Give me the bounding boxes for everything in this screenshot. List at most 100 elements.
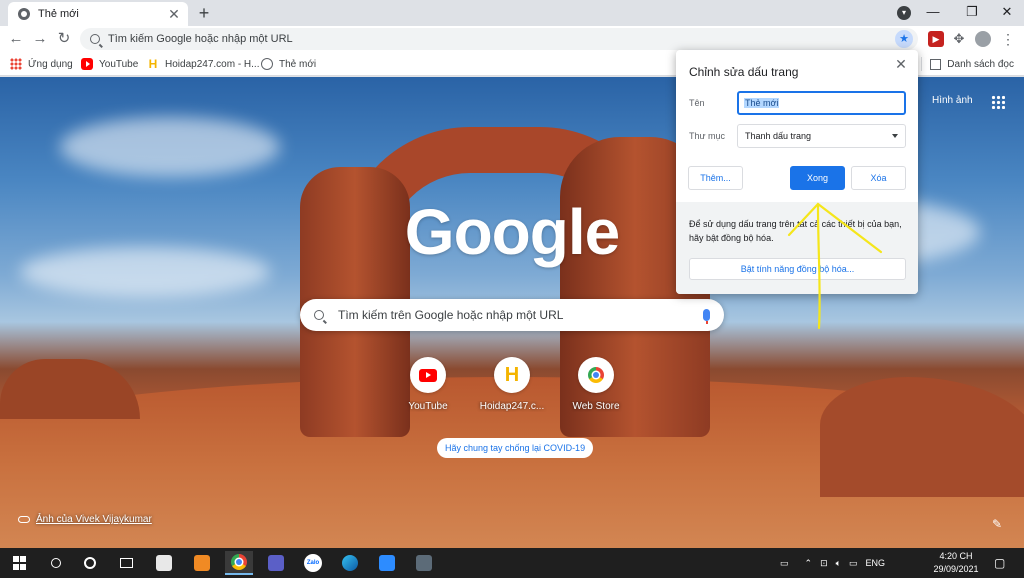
- shortcut-label: Web Store: [572, 401, 620, 412]
- notifications-icon[interactable]: ▢: [994, 548, 1005, 578]
- taskbar-zalo[interactable]: Zalo: [299, 551, 327, 575]
- shortcut-label: YouTube: [408, 401, 448, 412]
- search-icon: [90, 34, 100, 44]
- shortcut-web-store[interactable]: Web Store: [560, 357, 632, 412]
- search-icon: [314, 310, 324, 320]
- start-button[interactable]: [11, 555, 27, 571]
- covid-chip[interactable]: Hãy chung tay chống lại COVID-19: [437, 438, 594, 458]
- dialog-title: Chỉnh sửa dấu trang: [689, 65, 799, 79]
- bookmark-star-icon[interactable]: ★: [895, 30, 913, 48]
- images-link[interactable]: Hình ảnh: [932, 95, 973, 106]
- reading-list-label: Danh sách đọc: [947, 58, 1014, 70]
- hoidap-icon: H: [504, 364, 520, 386]
- chrome-menu-icon[interactable]: ⋮: [1000, 31, 1016, 47]
- taskbar-clock[interactable]: 4:20 CH 29/09/2021: [930, 550, 982, 576]
- taskbar-edge[interactable]: [336, 551, 364, 575]
- more-button[interactable]: Thêm...: [688, 166, 743, 190]
- bookmark-label: YouTube: [99, 58, 139, 70]
- shortcut-icon-circle: [410, 357, 446, 393]
- bookmark-label: Ứng dụng: [28, 58, 73, 70]
- bookmark-apps[interactable]: Ứng dụng: [10, 56, 73, 72]
- teams-icon: [268, 555, 284, 571]
- customize-pencil-icon[interactable]: ✎: [990, 517, 1004, 531]
- chevron-up-icon[interactable]: ⌃: [805, 558, 813, 569]
- app-icon: [194, 555, 210, 571]
- windows-taskbar: Zalo ▭ ⌃ ⊡ 🔈︎ ▭ ENG 4:20 CH 29/09/2021 ▢: [0, 548, 1024, 578]
- bookmark-label: Thẻ mới: [279, 58, 317, 70]
- apps-grid-icon: [10, 58, 22, 70]
- google-apps-icon[interactable]: [991, 95, 1005, 109]
- done-button[interactable]: Xong: [790, 166, 845, 190]
- folder-select[interactable]: Thanh dấu trang: [737, 124, 906, 148]
- extension-icon[interactable]: ▶: [928, 31, 944, 47]
- microphone-icon[interactable]: [703, 309, 710, 324]
- toolbar: ← → ↻ Tìm kiếm Google hoặc nhập một URL …: [0, 26, 1024, 52]
- cortana-button[interactable]: [76, 551, 104, 575]
- dialog-close-icon[interactable]: ✕: [892, 55, 910, 73]
- bookmark-hoidap[interactable]: H Hoidap247.com - H...: [147, 56, 260, 72]
- ntp-search-placeholder: Tìm kiếm trên Google hoặc nhập một URL: [338, 308, 564, 322]
- turn-on-sync-button[interactable]: Bật tính năng đồng bộ hóa...: [689, 258, 906, 280]
- taskbar-app-2[interactable]: [188, 551, 216, 575]
- bookmark-label: Hoidap247.com - H...: [165, 58, 260, 70]
- edit-bookmark-dialog: Chỉnh sửa dấu trang ✕ Tên Thẻ mới Thư mụ…: [676, 50, 918, 294]
- folder-value: Thanh dấu trang: [745, 131, 812, 141]
- system-tray: ▭ ⌃ ⊡ 🔈︎ ▭ ENG: [780, 548, 885, 578]
- taskbar-teams[interactable]: [262, 551, 290, 575]
- remove-button[interactable]: Xóa: [851, 166, 906, 190]
- reading-list-icon: [930, 58, 942, 70]
- network-icon[interactable]: ⊡: [820, 558, 828, 569]
- shortcut-label: Hoidap247.c...: [479, 401, 545, 412]
- taskbar-app-1[interactable]: [150, 551, 178, 575]
- bookmark-youtube[interactable]: YouTube: [81, 56, 138, 72]
- sync-promo: Để sử dụng dấu trang trên tất cả các thi…: [676, 202, 918, 294]
- background-rock: [0, 359, 140, 419]
- extensions-puzzle-icon[interactable]: ✥: [951, 31, 967, 47]
- chrome-tab-icon: [18, 8, 30, 20]
- task-view-button[interactable]: [112, 551, 140, 575]
- battery-icon[interactable]: ▭: [849, 558, 858, 569]
- minimize-button[interactable]: —: [915, 0, 951, 24]
- shortcut-hoidap[interactable]: H Hoidap247.c...: [476, 357, 548, 412]
- tab-search-icon[interactable]: ▾: [897, 6, 911, 20]
- chevron-down-icon: [892, 134, 898, 138]
- restore-button[interactable]: ❐: [954, 0, 990, 24]
- new-tab-button[interactable]: +: [194, 3, 214, 23]
- address-bar-placeholder: Tìm kiếm Google hoặc nhập một URL: [108, 33, 293, 45]
- background-rock: [820, 377, 1024, 497]
- address-bar[interactable]: Tìm kiếm Google hoặc nhập một URL: [80, 28, 918, 50]
- window-close-button[interactable]: ✕: [989, 0, 1024, 24]
- language-indicator[interactable]: ENG: [866, 558, 886, 568]
- chrome-icon: [231, 554, 247, 570]
- profile-avatar-icon[interactable]: [975, 31, 991, 47]
- youtube-icon: [419, 368, 437, 382]
- name-label: Tên: [689, 98, 705, 108]
- divider: [921, 57, 923, 71]
- link-icon: [18, 516, 30, 523]
- tab-close-icon[interactable]: ✕: [166, 6, 182, 22]
- bookmark-new-tab[interactable]: Thẻ mới: [261, 56, 316, 72]
- search-icon: [51, 558, 61, 568]
- shortcut-youtube[interactable]: YouTube: [392, 357, 464, 412]
- shortcut-icon-circle: H: [494, 357, 530, 393]
- reload-icon[interactable]: ↻: [54, 29, 74, 49]
- taskbar-search-button[interactable]: [42, 551, 70, 575]
- zoom-icon: [379, 555, 395, 571]
- forward-icon[interactable]: →: [30, 29, 50, 49]
- taskbar-chrome[interactable]: [225, 551, 253, 575]
- ntp-search-box[interactable]: Tìm kiếm trên Google hoặc nhập một URL: [300, 299, 724, 331]
- reading-list-button[interactable]: Danh sách đọc: [921, 56, 1014, 72]
- globe-icon: [261, 58, 273, 70]
- taskbar-zoom[interactable]: [373, 551, 401, 575]
- back-icon[interactable]: ←: [6, 29, 26, 49]
- bookmark-name-field[interactable]: Thẻ mới: [737, 91, 906, 115]
- clock-date: 29/09/2021: [933, 564, 979, 574]
- photo-credit-link[interactable]: Ảnh của Vivek Vijaykumar: [18, 514, 152, 525]
- keyboard-icon[interactable]: ▭: [780, 558, 789, 569]
- web-store-icon: [588, 367, 604, 383]
- tab-new-tab[interactable]: Thẻ mới ✕: [8, 2, 188, 26]
- shortcut-icon-circle: [578, 357, 614, 393]
- volume-icon[interactable]: 🔈︎: [836, 558, 841, 569]
- taskbar-calculator[interactable]: [410, 551, 438, 575]
- app-icon: [156, 555, 172, 571]
